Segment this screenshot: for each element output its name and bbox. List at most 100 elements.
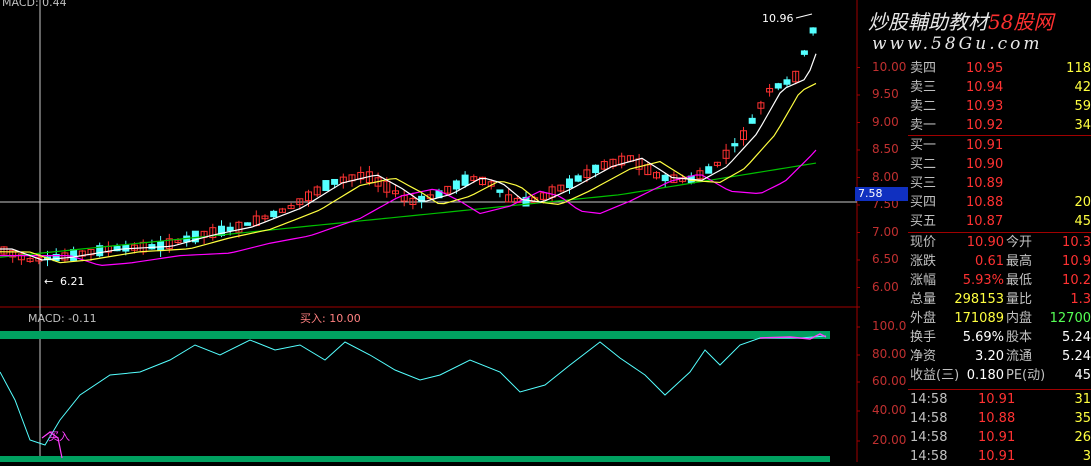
candle-down xyxy=(452,180,460,190)
candle-down xyxy=(566,178,573,189)
tick-row-cell: 14:58 xyxy=(910,449,948,464)
quote-row-cell: 流通 xyxy=(1006,349,1033,364)
indicator-axis-label: 80.00 xyxy=(872,347,907,361)
price-axis-label: 9.00 xyxy=(872,114,899,129)
ask-row-cell: 10.95 xyxy=(966,61,1004,76)
candle-down xyxy=(592,164,600,174)
indicator-line xyxy=(0,335,827,446)
indicator-axis-label: 20.00 xyxy=(872,433,907,447)
quote-row: 总量 298153 量比 1.3 xyxy=(908,291,1091,309)
quote-row-cell: 12700 xyxy=(1049,311,1091,326)
quote-row-cell: 10.2 xyxy=(1062,273,1091,288)
quote-row: 涨跌 0.61 最高 10.9 xyxy=(908,253,1091,271)
bid-row: 买三 10.89 xyxy=(908,175,1091,193)
quote-row: 换手 5.69% 股本 5.24 xyxy=(908,329,1091,347)
candle-down xyxy=(783,79,791,85)
quote-row: 收益(三) 0.180 PE(动) 45 xyxy=(908,367,1091,385)
quote-row: 净资 3.20 流通 5.24 xyxy=(908,348,1091,366)
candle-down xyxy=(461,174,469,186)
tick-row-cell: 10.88 xyxy=(978,411,1016,426)
quote-row-cell: 298153 xyxy=(954,292,1004,307)
candle-down xyxy=(226,226,234,232)
tick-row-cell: 10.91 xyxy=(978,449,1016,464)
tick-row-cell: 10.91 xyxy=(978,392,1016,407)
quote-row-cell: 5.69% xyxy=(962,330,1004,345)
quote-row-cell: 内盘 xyxy=(1006,311,1033,326)
candle-down xyxy=(705,166,713,174)
bid-row-cell: 10.89 xyxy=(966,176,1004,191)
quote-row-cell: 外盘 xyxy=(910,311,937,326)
bid-row: 买一 10.91 xyxy=(908,137,1091,155)
candle-down xyxy=(809,27,817,34)
ask-row-cell: 卖四 xyxy=(910,61,937,76)
tick-row-cell: 35 xyxy=(1074,411,1091,426)
bid-row-cell: 买一 xyxy=(910,138,937,153)
ask-row: 卖一 10.92 34 xyxy=(908,117,1091,135)
price-axis-label: 7.00 xyxy=(872,224,899,239)
bid-row-cell: 10.91 xyxy=(966,138,1004,153)
quote-row-cell: 45 xyxy=(1074,368,1091,383)
quote-row-cell: 1.3 xyxy=(1070,292,1091,307)
bid-row-cell: 20 xyxy=(1074,195,1091,210)
ask-row: 卖四 10.95 118 xyxy=(908,60,1091,78)
indicator-axis-label: 60.00 xyxy=(872,374,907,388)
quote-row-cell: 量比 xyxy=(1006,292,1033,307)
bid-row-cell: 买四 xyxy=(910,195,937,210)
quote-row-cell: 换手 xyxy=(910,330,937,345)
ask-row-cell: 10.93 xyxy=(966,99,1004,114)
ask-row-cell: 10.94 xyxy=(966,80,1004,95)
tick-row-cell: 10.91 xyxy=(978,430,1016,445)
candle-down xyxy=(270,210,278,218)
bid-row-cell: 买三 xyxy=(910,176,937,191)
tick-row-cell: 14:58 xyxy=(910,430,948,445)
bid-row-cell: 10.87 xyxy=(966,214,1004,229)
tick-row-cell: 31 xyxy=(1074,392,1091,407)
quote-row-cell: 171089 xyxy=(954,311,1004,326)
ask-row-cell: 34 xyxy=(1074,118,1091,133)
quote-row-cell: 5.24 xyxy=(1062,349,1091,364)
panel-separator xyxy=(908,232,1091,233)
quote-row-cell: 现价 xyxy=(910,235,937,250)
tick-row-cell: 14:58 xyxy=(910,392,948,407)
macd-bottom-label: MACD: -0.11 xyxy=(28,312,97,325)
indicator-axis-label: 100.0 xyxy=(872,319,907,333)
bid-row-cell: 10.90 xyxy=(966,157,1004,172)
ask-row-cell: 42 xyxy=(1074,80,1091,95)
tick-row-cell: 3 xyxy=(1082,449,1091,464)
current-price-tag: 7.58 xyxy=(855,187,908,201)
buy-signal-label: 买入: 10.00 xyxy=(300,312,361,325)
candle-down xyxy=(157,241,165,252)
quote-row-cell: 5.24 xyxy=(1062,330,1091,345)
quote-row-cell: 10.3 xyxy=(1062,235,1091,250)
bid-row: 买二 10.90 xyxy=(908,156,1091,174)
high-price-label: 10.96 xyxy=(762,12,794,25)
ask-row: 卖二 10.93 59 xyxy=(908,98,1091,116)
ma5-line xyxy=(0,53,817,261)
tick-row: 14:58 10.91 31 xyxy=(908,391,1091,409)
high-price-pointer xyxy=(795,13,813,19)
kline-chart-area[interactable]: MACD: 0.44 MACD: -0.11 买入: 10.00 买入 10.9… xyxy=(0,0,860,462)
panel-separator xyxy=(908,135,1091,136)
candle-down xyxy=(496,189,504,193)
bid-row: 买五 10.87 45 xyxy=(908,213,1091,231)
ask-row-cell: 118 xyxy=(1066,61,1091,76)
ma10-line xyxy=(0,82,817,264)
quote-row-cell: 3.20 xyxy=(975,349,1004,364)
price-axis-label: 8.00 xyxy=(872,169,899,184)
quote-row-cell: 10.9 xyxy=(1062,254,1091,269)
quote-row: 涨幅 5.93% 最低 10.2 xyxy=(908,272,1091,290)
quote-row-cell: 总量 xyxy=(910,292,937,307)
panel-separator xyxy=(908,389,1091,390)
quote-row-cell: 今开 xyxy=(1006,235,1033,250)
quote-panel: 卖四 10.95 118 卖三 10.94 42 卖二 10.93 59 卖一 10.92 34 买一 1… xyxy=(908,0,1091,464)
candlesticks xyxy=(0,27,817,267)
price-axis-label: 8.50 xyxy=(872,142,899,156)
quote-row: 外盘 171089 内盘 12700 xyxy=(908,310,1091,328)
price-axis-label: 6.00 xyxy=(872,279,899,294)
quote-row-cell: 0.61 xyxy=(975,254,1004,269)
ask-row-cell: 10.92 xyxy=(966,118,1004,133)
price-axis-label: 9.50 xyxy=(872,87,899,101)
candle-down xyxy=(331,178,339,185)
quote-row-cell: 净资 xyxy=(910,349,937,364)
candle-down xyxy=(661,174,669,182)
